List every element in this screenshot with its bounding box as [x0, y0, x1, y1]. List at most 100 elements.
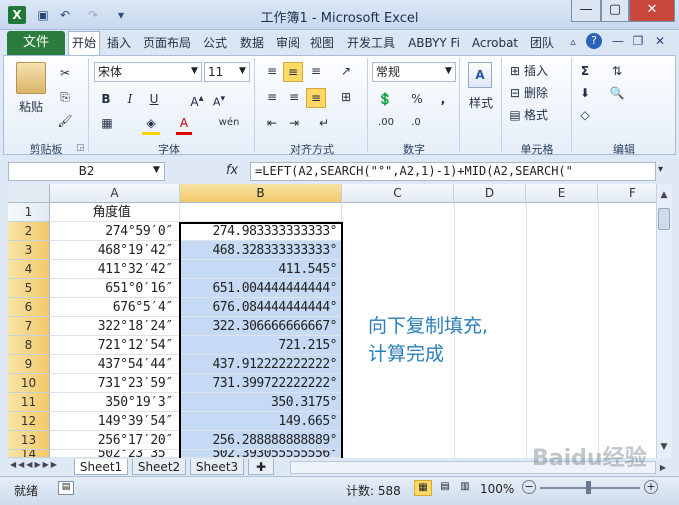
merge-center-icon[interactable]: ⊞	[336, 88, 356, 106]
comma-icon[interactable]: ,	[434, 90, 452, 108]
sheet-tab-sheet1[interactable]: Sheet1	[74, 459, 128, 475]
delete-button[interactable]: 删除	[524, 84, 564, 102]
row-header[interactable]: 7	[8, 317, 50, 336]
tab-review[interactable]: 审阅	[273, 33, 303, 53]
cell-a4[interactable]: 411°32′42″	[50, 260, 180, 279]
styles-button[interactable]: 样式	[462, 94, 500, 112]
autosum-icon[interactable]: Σ	[576, 62, 594, 80]
row-header[interactable]: 3	[8, 241, 50, 260]
name-box[interactable]: B2	[8, 162, 165, 181]
column-header-e[interactable]: E	[526, 184, 598, 203]
format-cells-icon[interactable]: ▤	[506, 106, 524, 124]
cell-a2[interactable]: 274°59′0″	[50, 222, 180, 241]
formula-input[interactable]: =LEFT(A2,SEARCH("°",A2,1)-1)+MID(A2,SEAR…	[250, 162, 656, 181]
cell-a9[interactable]: 437°54′44″	[50, 355, 180, 374]
font-color-icon[interactable]: A	[176, 114, 192, 135]
underline-icon[interactable]: U	[146, 90, 162, 108]
tab-abbyy[interactable]: ABBYY Fi	[404, 33, 464, 53]
tab-data[interactable]: 数据	[236, 33, 268, 53]
styles-icon[interactable]: A	[468, 62, 492, 88]
tab-acrobat[interactable]: Acrobat	[468, 33, 522, 53]
sheet-nav-icon[interactable]: ◀◀◀▶▶▶	[10, 460, 66, 474]
collapse-ribbon-icon[interactable]: ▵	[566, 35, 580, 49]
cell-a1[interactable]: 角度值	[50, 203, 180, 222]
column-header-a[interactable]: A	[50, 184, 180, 203]
row-header[interactable]: 9	[8, 355, 50, 374]
row-header[interactable]: 12	[8, 412, 50, 431]
chevron-down-icon[interactable]: ▼	[445, 66, 452, 76]
font-name-box[interactable]: 宋体	[94, 62, 202, 82]
increase-indent-icon[interactable]: ⇥	[284, 114, 304, 132]
cut-icon[interactable]: ✂	[56, 64, 74, 82]
tab-formulas[interactable]: 公式	[199, 33, 231, 53]
fill-color-icon[interactable]: ◈	[142, 114, 160, 135]
tab-developer[interactable]: 开发工具	[341, 33, 401, 53]
align-center-icon[interactable]: ≡	[284, 88, 304, 106]
chevron-down-icon[interactable]: ▼	[239, 66, 246, 76]
insert-button[interactable]: 插入	[524, 62, 564, 80]
copy-icon[interactable]: ⎘	[56, 88, 74, 106]
increase-font-icon[interactable]: A▴	[188, 90, 206, 111]
align-right-icon[interactable]: ≡	[306, 88, 326, 108]
tab-home[interactable]: 开始	[68, 31, 100, 55]
format-painter-icon[interactable]: 🖌	[56, 112, 74, 130]
cell-a11[interactable]: 350°19′3″	[50, 393, 180, 412]
sheet-tab-sheet2[interactable]: Sheet2	[132, 459, 186, 475]
tab-file[interactable]: 文件	[7, 31, 65, 55]
row-header[interactable]: 10	[8, 374, 50, 393]
tab-view[interactable]: 视图	[307, 33, 337, 53]
scroll-up-icon[interactable]: ▲	[657, 190, 671, 202]
select-all-corner[interactable]	[8, 184, 50, 203]
row-header[interactable]: 11	[8, 393, 50, 412]
chevron-down-icon[interactable]: ▼	[191, 66, 198, 76]
borders-icon[interactable]: ▦	[98, 114, 116, 132]
page-break-view-icon[interactable]: ▥	[456, 480, 474, 496]
insert-function-icon[interactable]: fx	[218, 162, 246, 181]
sheet-tab-sheet3[interactable]: Sheet3	[190, 459, 244, 475]
delete-cells-icon[interactable]: ⊟	[506, 84, 524, 102]
cell-b1[interactable]	[180, 203, 342, 222]
cell-a12[interactable]: 149°39′54″	[50, 412, 180, 431]
sort-filter-icon[interactable]: ⇅	[606, 62, 628, 80]
insert-sheet-icon[interactable]: ✚	[248, 459, 274, 475]
row-header[interactable]: 6	[8, 298, 50, 317]
cell-a6[interactable]: 676°5′4″	[50, 298, 180, 317]
maximize-icon[interactable]: ▢	[601, 0, 629, 22]
macro-record-icon[interactable]: ▤	[58, 481, 74, 495]
tab-insert[interactable]: 插入	[104, 33, 134, 53]
cell-a10[interactable]: 731°23′59″	[50, 374, 180, 393]
row-header[interactable]: 1	[8, 203, 50, 222]
chevron-down-icon[interactable]: ▼	[153, 165, 160, 175]
decrease-font-icon[interactable]: A▾	[210, 90, 228, 112]
close-icon[interactable]: ✕	[629, 0, 675, 22]
cell-a14[interactable]: 502°23′35″	[50, 450, 180, 458]
row-header[interactable]: 13	[8, 431, 50, 450]
phonetic-icon[interactable]: wén	[218, 114, 240, 132]
normal-view-icon[interactable]: ▦	[414, 480, 432, 496]
dialog-launcher-icon[interactable]: ◲	[76, 143, 85, 153]
expand-formula-bar-icon[interactable]: ▾	[658, 164, 663, 175]
clear-icon[interactable]: ◇	[576, 106, 594, 124]
decrease-decimal-icon[interactable]: .0	[404, 114, 428, 132]
align-bottom-icon[interactable]: ≡	[306, 62, 326, 80]
tab-page-layout[interactable]: 页面布局	[138, 33, 196, 53]
fill-icon[interactable]: ⬇	[576, 84, 594, 102]
row-header[interactable]: 4	[8, 260, 50, 279]
accounting-format-icon[interactable]: 💲	[374, 90, 396, 108]
increase-decimal-icon[interactable]: .00	[374, 114, 398, 132]
row-header[interactable]: 8	[8, 336, 50, 355]
workbook-restore-icon[interactable]: ❐	[630, 34, 646, 48]
align-top-icon[interactable]: ≡	[262, 62, 282, 80]
cell-a8[interactable]: 721°12′54″	[50, 336, 180, 355]
bold-icon[interactable]: B	[98, 90, 114, 108]
workbook-minimize-icon[interactable]: —	[610, 34, 626, 48]
column-header-b[interactable]: B	[180, 184, 342, 203]
align-middle-icon[interactable]: ≡	[283, 62, 303, 82]
percent-icon[interactable]: %	[408, 90, 426, 108]
workbook-close-icon[interactable]: ✕	[652, 34, 668, 48]
page-layout-view-icon[interactable]: ▤	[436, 480, 454, 496]
row-header[interactable]: 2	[8, 222, 50, 241]
scroll-thumb[interactable]	[658, 208, 670, 230]
row-header[interactable]: 5	[8, 279, 50, 298]
find-select-icon[interactable]: 🔍	[606, 84, 628, 102]
